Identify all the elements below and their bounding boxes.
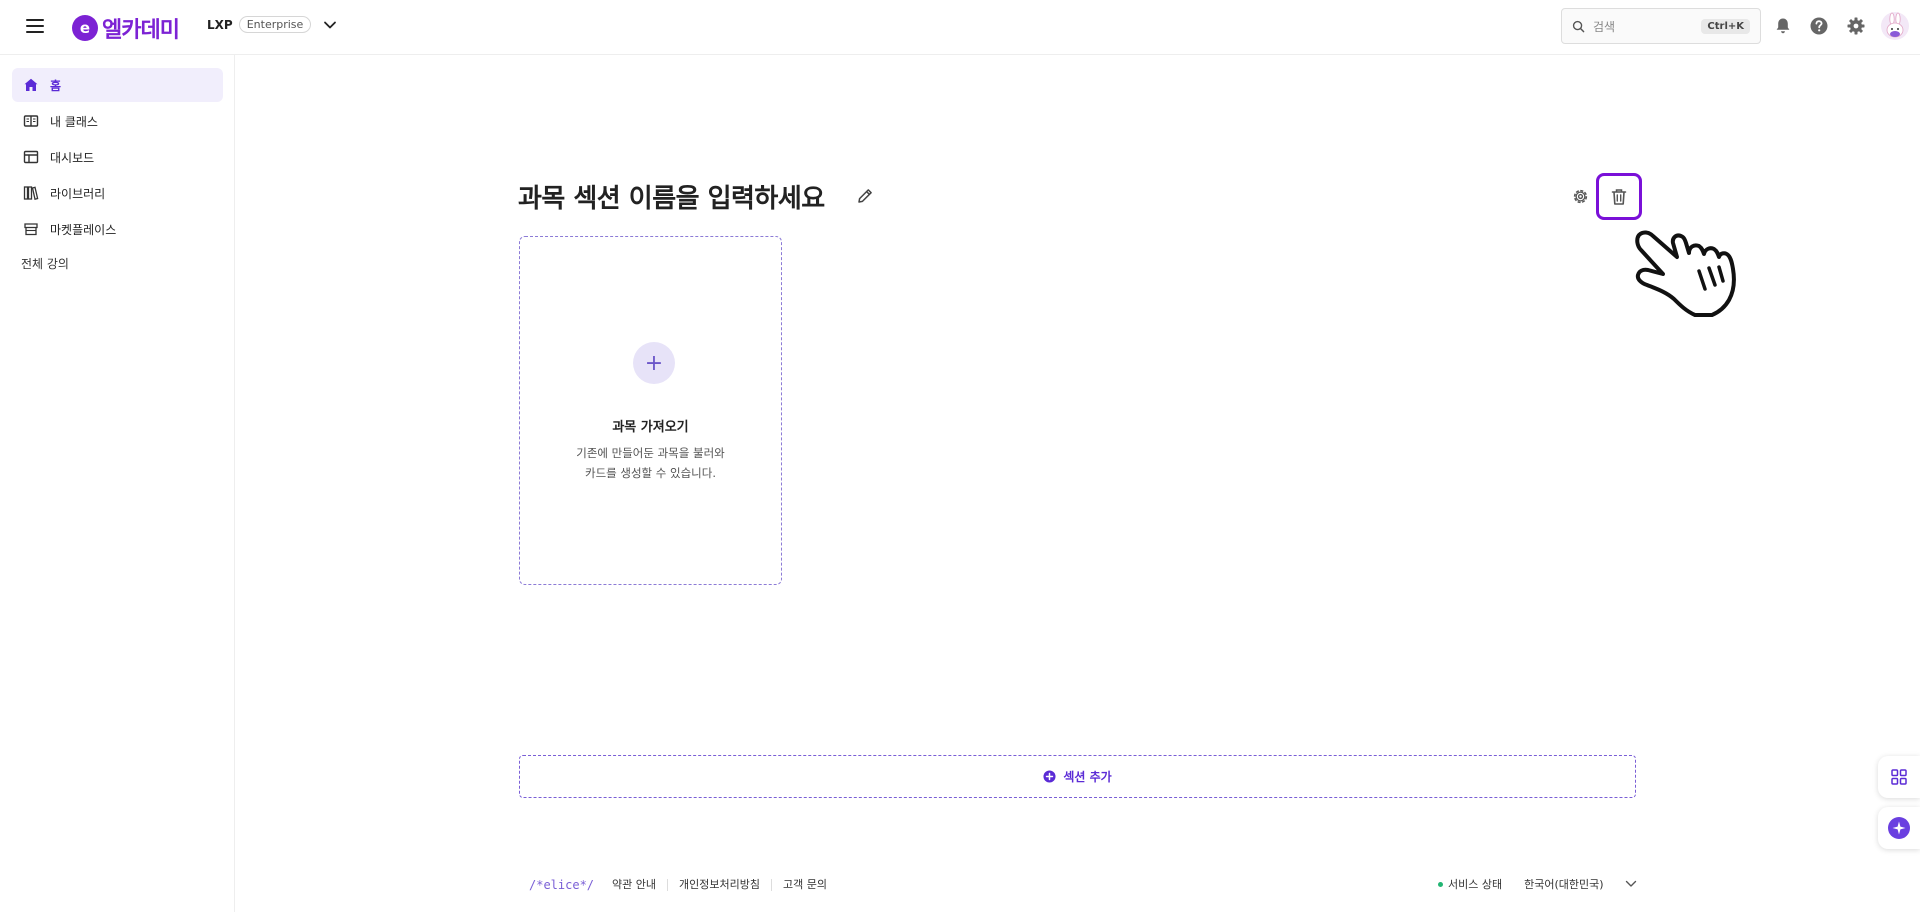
import-card-desc-line-1: 기존에 만들어둔 과목을 불러와 [576, 446, 725, 460]
search-icon [1572, 20, 1585, 32]
footer-link-support[interactable]: 고객 문의 [770, 879, 838, 891]
section-title[interactable]: 과목 섹션 이름을 입력하세요 [518, 178, 825, 215]
logo-mark: e [72, 15, 98, 41]
ai-assistant-button[interactable] [1878, 807, 1920, 849]
help-icon[interactable] [1809, 16, 1829, 36]
footer-right: 서비스 상태 한국어(대한민국) [1438, 876, 1638, 892]
sidebar-item-home[interactable]: 홈 [12, 68, 223, 102]
sidebar-item-marketplace[interactable]: 마켓플레이스 [12, 212, 223, 246]
search-input[interactable]: 검색 Ctrl+K [1561, 8, 1761, 44]
add-section-label: 섹션 추가 [1063, 770, 1112, 784]
footer-link-privacy[interactable]: 개인정보처리방침 [667, 879, 771, 891]
search-shortcut: Ctrl+K [1701, 18, 1750, 34]
status-dot-icon [1438, 881, 1443, 887]
import-card-desc-line-2: 카드를 생성할 수 있습니다. [584, 466, 716, 480]
chevron-down-icon [1625, 880, 1636, 887]
import-card-description: 기존에 만들어둔 과목을 불러와 카드를 생성할 수 있습니다. [520, 443, 781, 483]
sidebar: 홈 내 클래스 대시보드 라이브러리 마켓플레이스 전체 강의 [0, 55, 235, 912]
gear-icon[interactable] [1846, 16, 1866, 36]
sidebar-item-my-class[interactable]: 내 클래스 [12, 104, 223, 138]
org-switcher[interactable]: LXP Enterprise [207, 16, 337, 33]
sidebar-item-label: 홈 [50, 78, 62, 93]
grid-icon [1891, 769, 1907, 785]
pointing-hand-icon [1635, 230, 1736, 317]
org-name: LXP [207, 17, 233, 32]
trash-icon [1611, 188, 1627, 205]
chevron-down-icon[interactable] [323, 18, 337, 32]
avatar[interactable] [1881, 12, 1909, 40]
language-select[interactable]: 한국어(대한민국) [1524, 876, 1637, 892]
sidebar-item-library[interactable]: 라이브러리 [12, 176, 223, 210]
import-course-card[interactable]: + 과목 가져오기 기존에 만들어둔 과목을 불러와 카드를 생성할 수 있습니… [519, 236, 782, 585]
delete-button[interactable] [1596, 173, 1642, 220]
language-label: 한국어(대한민국) [1524, 878, 1604, 891]
org-plan-badge: Enterprise [238, 16, 312, 33]
dashboard-icon [23, 150, 39, 164]
sparkle-chat-icon [1888, 817, 1910, 839]
library-icon [23, 186, 39, 201]
logo-text: 엘카데미 [102, 18, 180, 43]
logo[interactable]: e 엘카데미 [72, 12, 180, 44]
footer: /*elice*/ 약관 안내 개인정보처리방침 고객 문의 [529, 878, 838, 892]
book-icon [23, 115, 39, 127]
import-card-title: 과목 가져오기 [612, 420, 689, 435]
footer-link-terms[interactable]: 약관 안내 [612, 879, 667, 891]
plus-icon: + [633, 342, 675, 384]
sidebar-item-label: 라이브러리 [50, 186, 106, 201]
sidebar-item-label: 마켓플레이스 [50, 222, 117, 237]
home-icon [24, 78, 38, 91]
bell-icon[interactable] [1773, 16, 1793, 36]
pencil-icon[interactable] [855, 186, 875, 206]
footer-logo: /*elice*/ [529, 878, 595, 892]
sidebar-item-dashboard[interactable]: 대시보드 [12, 140, 223, 174]
sidebar-all-courses[interactable]: 전체 강의 [21, 255, 69, 272]
search-placeholder: 검색 [1593, 19, 1616, 34]
plus-circle-icon [1043, 770, 1056, 783]
add-section-button[interactable]: 섹션 추가 [519, 755, 1636, 798]
gear-icon[interactable] [1571, 187, 1590, 206]
sidebar-item-label: 대시보드 [50, 150, 95, 165]
menu-icon[interactable] [26, 17, 46, 35]
sidebar-item-label: 내 클래스 [50, 114, 98, 129]
top-bar: e 엘카데미 LXP Enterprise 검색 Ctrl+K [0, 0, 1920, 55]
service-status-link[interactable]: 서비스 상태 [1448, 876, 1502, 892]
store-icon [24, 223, 38, 236]
apps-grid-button[interactable] [1878, 756, 1920, 798]
